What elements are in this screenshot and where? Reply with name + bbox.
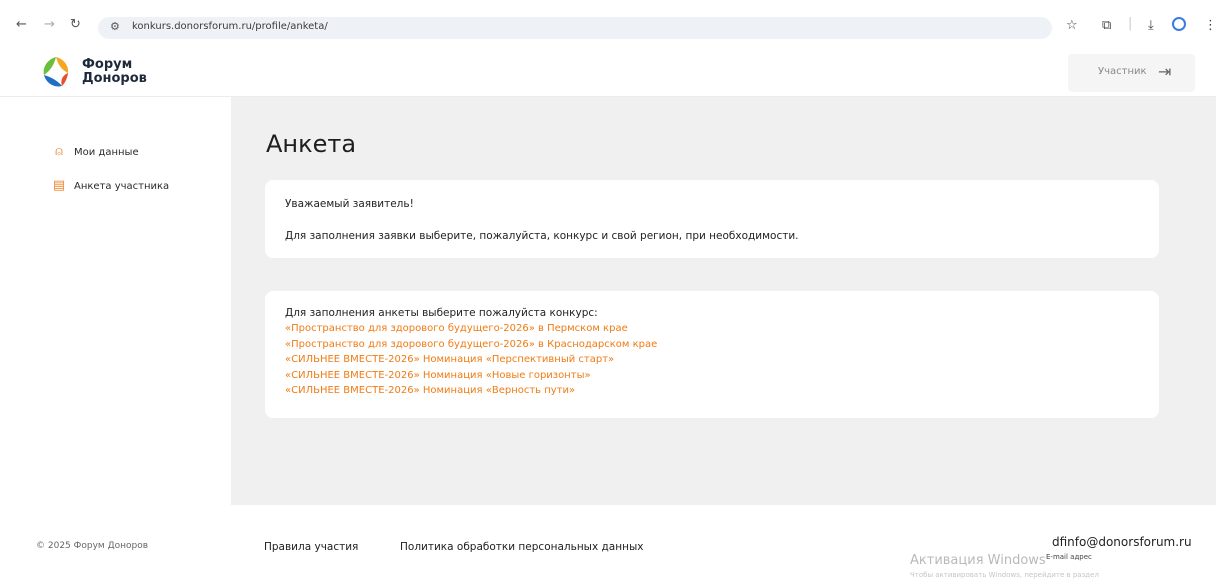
sidebar-item-label: Мои данные — [74, 146, 139, 158]
contest-select-card: Для заполнения анкеты выберите пожалуйст… — [265, 291, 1159, 418]
windows-activation-subtext: Чтобы активировать Windows, перейдите в … — [910, 571, 1099, 579]
notice-card: Уважаемый заявитель! Для заполнения заяв… — [265, 180, 1159, 258]
back-arrow-icon[interactable]: ← — [16, 17, 27, 32]
page-title: Анкета — [266, 130, 357, 158]
bookmark-star-icon[interactable]: ☆ — [1066, 18, 1078, 33]
forward-arrow-icon[interactable]: → — [44, 17, 55, 32]
site-settings-icon[interactable]: ⚙ — [110, 20, 120, 33]
participant-label: Участник — [1098, 66, 1147, 77]
reload-icon[interactable]: ↻ — [70, 17, 81, 32]
contest-link-perm[interactable]: «Пространство для здорового будущего-202… — [285, 321, 657, 337]
main-content: Анкета Уважаемый заявитель! Для заполнен… — [231, 97, 1216, 505]
sidebar-item-my-data[interactable]: ⍝ Мои данные — [52, 145, 139, 159]
logout-icon[interactable]: ⇥ — [1158, 62, 1171, 81]
document-icon: ▤ — [52, 178, 66, 193]
email-caption: E-mail адрес — [1046, 553, 1092, 561]
download-icon[interactable]: ⤓ — [1148, 18, 1154, 33]
extensions-icon[interactable]: ⧉ — [1102, 18, 1111, 33]
donors-forum-logo-icon[interactable] — [36, 53, 76, 93]
contest-intro: Для заполнения анкеты выберите пожалуйст… — [285, 307, 598, 319]
contest-link-loyalty-path[interactable]: «СИЛЬНЕЕ ВМЕСТЕ-2026» Номинация «Верност… — [285, 383, 657, 399]
logo-text-line2: Доноров — [82, 71, 147, 86]
rules-link[interactable]: Правила участия — [264, 541, 358, 553]
privacy-policy-link[interactable]: Политика обработки персональных данных — [400, 541, 643, 553]
contact-email-link[interactable]: dfinfo@donorsforum.ru — [1052, 535, 1192, 549]
user-icon: ⍝ — [55, 144, 63, 159]
notice-message: Для заполнения заявки выберите, пожалуйс… — [285, 230, 799, 242]
address-bar[interactable]: ⚙ konkurs.donorsforum.ru/profile/anketa/ — [98, 17, 1052, 39]
sidebar-item-participant-form[interactable]: ▤ Анкета участника — [52, 179, 169, 193]
contest-list: «Пространство для здорового будущего-202… — [285, 321, 657, 399]
profile-avatar-icon[interactable] — [1172, 17, 1186, 31]
logo-text[interactable]: Форум Доноров — [82, 58, 147, 86]
logo-text-line1: Форум — [82, 57, 133, 72]
windows-activation-watermark: Активация Windows — [910, 553, 1046, 568]
contest-link-perspective-start[interactable]: «СИЛЬНЕЕ ВМЕСТЕ-2026» Номинация «Перспек… — [285, 352, 657, 368]
site-footer: © 2025 Форум Доноров Правила участия Пол… — [0, 505, 1216, 586]
address-url[interactable]: konkurs.donorsforum.ru/profile/anketa/ — [132, 21, 328, 32]
notice-greeting: Уважаемый заявитель! — [285, 198, 414, 210]
copyright: © 2025 Форум Доноров — [36, 541, 149, 551]
contest-link-krasnodar[interactable]: «Пространство для здорового будущего-202… — [285, 337, 657, 353]
sidebar: ⍝ Мои данные ▤ Анкета участника — [0, 97, 231, 505]
site-header: Форум Доноров Участник ⇥ — [0, 48, 1216, 97]
participant-logout-button[interactable]: Участник ⇥ — [1068, 54, 1195, 92]
toolbar-divider: | — [1128, 16, 1133, 31]
sidebar-item-label: Анкета участника — [74, 180, 170, 192]
contest-link-new-horizons[interactable]: «СИЛЬНЕЕ ВМЕСТЕ-2026» Номинация «Новые г… — [285, 368, 657, 384]
browser-toolbar: ← → ↻ ⚙ konkurs.donorsforum.ru/profile/a… — [0, 0, 1216, 49]
browser-menu-icon[interactable]: ⋮ — [1204, 18, 1216, 33]
